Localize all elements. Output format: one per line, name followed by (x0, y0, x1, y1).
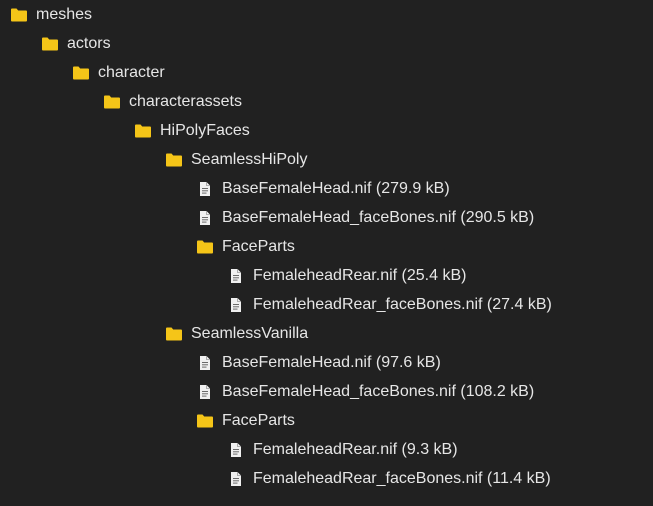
tree-folder-item[interactable]: FaceParts (196, 406, 295, 435)
folder-icon (10, 7, 28, 23)
tree-folder-item[interactable]: actors (41, 29, 111, 58)
tree-file-item[interactable]: BaseFemaleHead_faceBones.nif (108.2 kB) (196, 377, 534, 406)
tree-item-label: FaceParts (222, 412, 295, 429)
tree-folder-item[interactable]: SeamlessVanilla (165, 319, 308, 348)
folder-icon (103, 94, 121, 110)
tree-item-label: BaseFemaleHead_faceBones.nif (290.5 kB) (222, 209, 535, 226)
tree-item-label: FemaleheadRear_faceBones.nif (27.4 kB) (253, 296, 552, 313)
file-icon (227, 297, 245, 313)
tree-item-label: FaceParts (222, 238, 295, 255)
tree-item-label: HiPolyFaces (160, 122, 250, 139)
folder-icon (41, 36, 59, 52)
tree-folder-item[interactable]: FaceParts (196, 232, 295, 261)
tree-file-item[interactable]: FemaleheadRear_faceBones.nif (11.4 kB) (227, 464, 551, 493)
tree-folder-item[interactable]: SeamlessHiPoly (165, 145, 307, 174)
tree-file-item[interactable]: FemaleheadRear.nif (25.4 kB) (227, 261, 466, 290)
tree-item-label: character (98, 64, 165, 81)
tree-folder-item[interactable]: HiPolyFaces (134, 116, 250, 145)
tree-item-label: SeamlessHiPoly (191, 151, 308, 168)
folder-icon (165, 152, 183, 168)
folder-icon (165, 326, 183, 342)
file-icon (196, 210, 214, 226)
file-icon (196, 384, 214, 400)
tree-folder-item[interactable]: meshes (10, 0, 92, 29)
file-icon (196, 355, 214, 371)
tree-item-label: FemaleheadRear.nif (25.4 kB) (253, 267, 467, 284)
tree-file-item[interactable]: FemaleheadRear.nif (9.3 kB) (227, 435, 458, 464)
folder-icon (196, 413, 214, 429)
file-tree: meshes actors character characterassets … (0, 0, 653, 506)
tree-item-label: actors (67, 35, 111, 52)
tree-file-item[interactable]: BaseFemaleHead.nif (97.6 kB) (196, 348, 441, 377)
tree-item-label: BaseFemaleHead.nif (279.9 kB) (222, 180, 450, 197)
tree-item-label: SeamlessVanilla (191, 325, 309, 342)
tree-file-item[interactable]: BaseFemaleHead_faceBones.nif (290.5 kB) (196, 203, 534, 232)
tree-item-label: FemaleheadRear.nif (9.3 kB) (253, 441, 458, 458)
tree-item-label: BaseFemaleHead.nif (97.6 kB) (222, 354, 441, 371)
tree-folder-item[interactable]: characterassets (103, 87, 242, 116)
tree-folder-item[interactable]: character (72, 58, 165, 87)
folder-icon (134, 123, 152, 139)
folder-icon (72, 65, 90, 81)
tree-item-label: FemaleheadRear_faceBones.nif (11.4 kB) (253, 470, 551, 487)
folder-icon (196, 239, 214, 255)
tree-item-label: BaseFemaleHead_faceBones.nif (108.2 kB) (222, 383, 535, 400)
tree-file-item[interactable]: FemaleheadRear_faceBones.nif (27.4 kB) (227, 290, 552, 319)
file-icon (227, 442, 245, 458)
file-icon (227, 471, 245, 487)
tree-file-item[interactable]: BaseFemaleHead.nif (279.9 kB) (196, 174, 450, 203)
tree-item-label: characterassets (129, 93, 242, 110)
tree-item-label: meshes (36, 6, 93, 23)
file-icon (227, 268, 245, 284)
file-icon (196, 181, 214, 197)
